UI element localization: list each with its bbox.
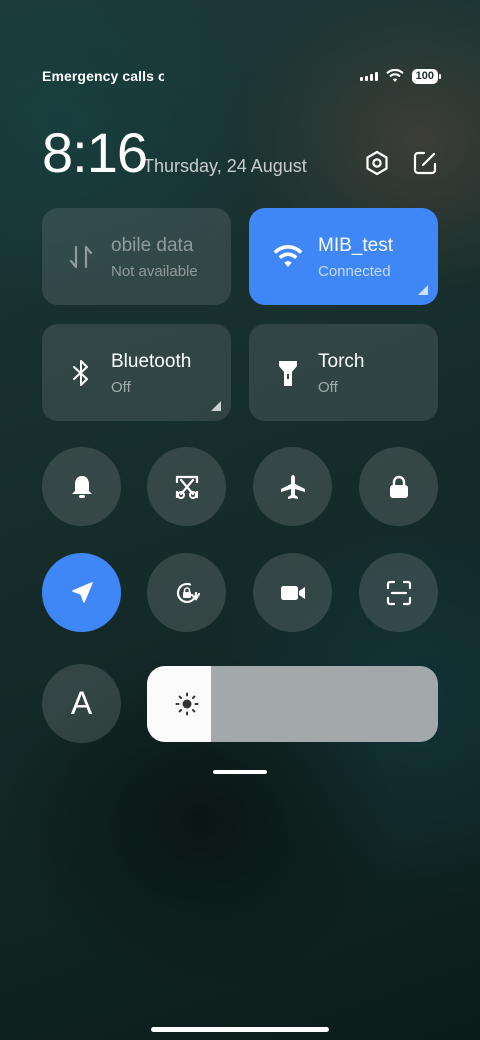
scanner-icon <box>386 580 411 605</box>
tile-title: Torch <box>318 351 365 372</box>
signal-icon <box>359 71 378 81</box>
edit-icon[interactable] <box>412 150 438 176</box>
torch-icon <box>273 358 303 388</box>
tile-torch[interactable]: Torch Off <box>249 324 438 421</box>
toggle-silent[interactable] <box>42 447 121 526</box>
bell-icon <box>71 475 92 498</box>
tile-wifi[interactable]: MIB_test Connected <box>249 208 438 305</box>
toggle-location[interactable] <box>42 553 121 632</box>
tile-mobile-data[interactable]: obile data Not available <box>42 208 231 305</box>
tile-title: Bluetooth <box>111 351 192 372</box>
sun-icon <box>175 692 199 716</box>
tile-subtitle: Connected <box>318 263 391 280</box>
tile-subtitle: Off <box>111 379 131 396</box>
tile-bluetooth[interactable]: Bluetooth Off <box>42 324 231 421</box>
wifi-icon <box>273 242 303 272</box>
toggle-scanner[interactable] <box>359 553 438 632</box>
rotation-lock-icon <box>176 582 200 603</box>
lock-icon <box>389 475 408 498</box>
panel-drag-handle[interactable] <box>213 770 267 774</box>
brightness-slider[interactable] <box>147 666 438 742</box>
wifi-icon <box>386 69 404 82</box>
status-icons: 100 <box>359 68 442 84</box>
bluetooth-icon <box>66 358 96 388</box>
toggle-screen-recorder[interactable] <box>253 553 332 632</box>
tile-subtitle: Not available <box>111 263 198 280</box>
data-arrows-icon <box>66 242 96 272</box>
font-size-button[interactable]: A <box>42 664 121 743</box>
header: 8:16 Thursday, 24 August <box>42 122 438 184</box>
location-icon <box>71 581 93 603</box>
video-camera-icon <box>280 585 305 600</box>
tile-title: MIB_test <box>318 235 393 256</box>
clock-time: 8:16 <box>42 121 148 184</box>
expand-corner-icon[interactable] <box>418 285 428 295</box>
tile-subtitle: Off <box>318 379 338 396</box>
toggle-airplane[interactable] <box>253 447 332 526</box>
toggle-screenshot[interactable] <box>147 447 226 526</box>
expand-corner-icon[interactable] <box>211 401 221 411</box>
battery-icon: 100 <box>411 68 442 84</box>
screenshot-icon <box>175 475 198 499</box>
settings-icon[interactable] <box>364 150 390 176</box>
tile-title: obile data <box>111 235 194 256</box>
status-bar: Emergency calls o 100 <box>42 66 442 86</box>
airplane-icon <box>280 474 305 499</box>
home-indicator[interactable] <box>151 1027 329 1032</box>
toggle-lock-screen[interactable] <box>359 447 438 526</box>
date-text: Thursday, 24 August <box>143 156 307 176</box>
toggle-rotation-lock[interactable] <box>147 553 226 632</box>
carrier-status-text: Emergency calls o <box>42 68 164 84</box>
